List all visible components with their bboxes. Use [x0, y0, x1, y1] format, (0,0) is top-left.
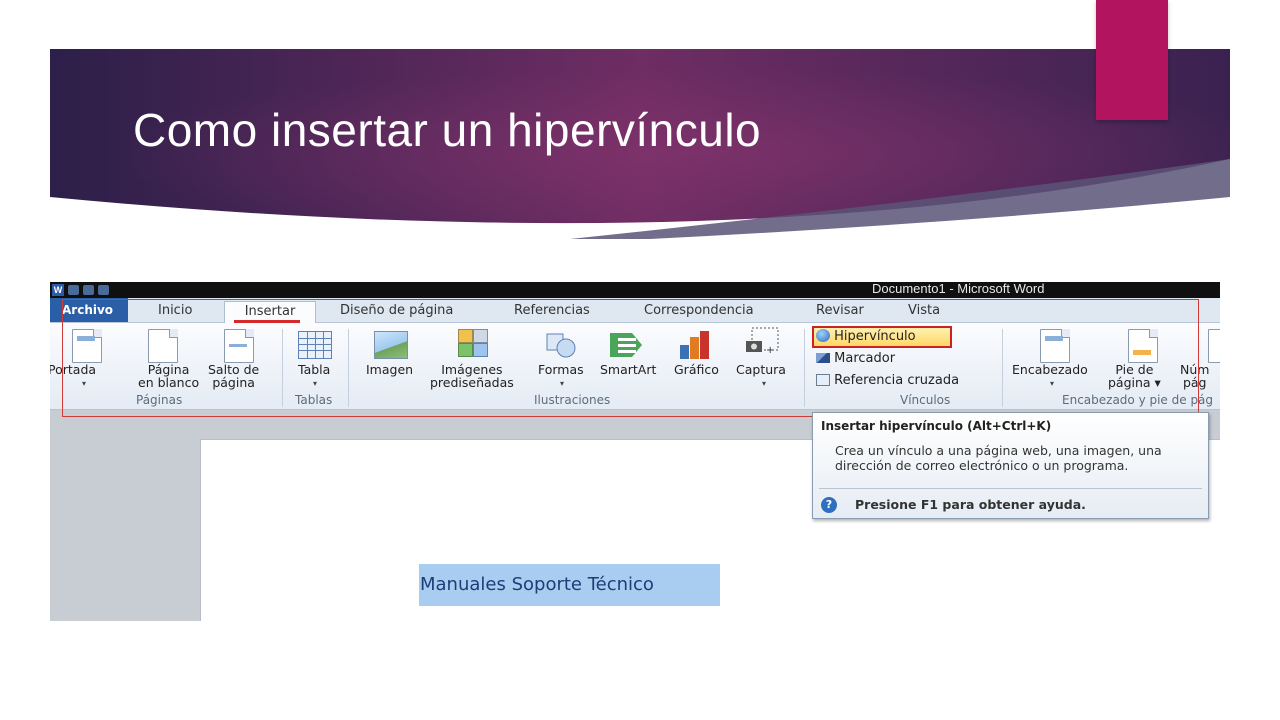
group-label-pages: Páginas: [136, 393, 183, 407]
page-number-button[interactable]: Núm pág: [1180, 363, 1209, 389]
tab-file[interactable]: Archivo: [50, 298, 128, 322]
hyperlink-label: Hipervínculo: [834, 329, 916, 344]
clipart-label-2: prediseñadas: [430, 375, 514, 390]
footer-button[interactable]: Pie de página ▾: [1108, 363, 1161, 389]
clipart-icon: [458, 329, 488, 357]
word-logo-icon: W: [52, 284, 64, 296]
footer-label-2: página ▾: [1108, 375, 1161, 390]
group-separator: [1002, 329, 1003, 407]
header-dropdown-icon[interactable]: ▾: [1050, 379, 1054, 388]
shapes-button[interactable]: Formas: [538, 363, 584, 376]
cover-page-button[interactable]: Portada: [50, 363, 96, 376]
undo-icon[interactable]: [83, 285, 94, 295]
tooltip-help: Presione F1 para obtener ayuda.: [855, 497, 1086, 512]
bookmark-icon: [816, 353, 830, 363]
table-dropdown-icon[interactable]: ▾: [313, 379, 317, 388]
bookmark-label: Marcador: [834, 351, 896, 366]
group-separator: [348, 329, 349, 407]
crossref-icon: [816, 374, 830, 386]
page-break-button[interactable]: Salto de página: [208, 363, 259, 389]
crossref-button[interactable]: Referencia cruzada: [816, 373, 959, 388]
shapes-icon: [546, 331, 576, 359]
table-icon: [298, 331, 332, 359]
cover-page-icon: [72, 329, 102, 363]
smartart-button[interactable]: SmartArt: [600, 363, 656, 376]
blank-page-icon: [148, 329, 178, 363]
group-label-illustrations: Ilustraciones: [534, 393, 611, 407]
group-label-header-footer: Encabezado y pie de pág: [1062, 393, 1214, 407]
redo-icon[interactable]: [98, 285, 109, 295]
capture-button[interactable]: Captura: [736, 363, 786, 376]
hyperlink-button[interactable]: Hipervínculo: [816, 329, 916, 344]
blank-page-label-2: en blanco: [138, 375, 200, 390]
tab-home[interactable]: Inicio: [158, 301, 192, 322]
globe-link-icon: [816, 329, 830, 342]
window-title: Documento1 - Microsoft Word: [872, 282, 1045, 296]
group-label-tables: Tablas: [295, 393, 333, 407]
ribbon-tabs: Archivo Inicio Insertar Diseño de página…: [50, 298, 1220, 323]
blank-page-button[interactable]: Página en blanco: [138, 363, 199, 389]
tooltip-divider: [819, 488, 1202, 489]
page-break-label-2: página: [212, 375, 255, 390]
clipart-button[interactable]: Imágenes prediseñadas: [430, 363, 514, 389]
page-number-label-2: pág: [1182, 375, 1207, 390]
tab-mailings[interactable]: Correspondencia: [644, 301, 754, 322]
capture-dropdown-icon[interactable]: ▾: [762, 379, 766, 388]
save-icon[interactable]: [68, 285, 79, 295]
crossref-label: Referencia cruzada: [834, 373, 960, 388]
ribbon-insert: Portada ▾ Página en blanco Salto de pági…: [50, 323, 1220, 410]
tab-review[interactable]: Revisar: [816, 301, 864, 322]
tab-page-design[interactable]: Diseño de página: [340, 301, 453, 322]
tooltip-title: Insertar hipervínculo (Alt+Ctrl+K): [821, 419, 1052, 433]
chart-icon: [680, 331, 714, 359]
tab-references[interactable]: Referencias: [514, 301, 590, 322]
svg-text:+: +: [766, 345, 774, 355]
group-separator: [804, 329, 805, 407]
hyperlink-tooltip: Insertar hipervínculo (Alt+Ctrl+K) Crea …: [812, 412, 1209, 519]
word-title-bar: W Documento1 - Microsoft Word: [50, 282, 1220, 298]
header-icon: [1040, 329, 1070, 363]
smartart-icon: [610, 333, 644, 357]
group-separator: [282, 329, 283, 407]
header-button[interactable]: Encabezado: [1012, 363, 1088, 376]
cover-dropdown-icon[interactable]: ▾: [82, 379, 86, 388]
image-button[interactable]: Imagen: [366, 363, 413, 376]
selected-document-text[interactable]: Manuales Soporte Técnico: [419, 564, 720, 606]
bookmark-button[interactable]: Marcador: [816, 351, 895, 366]
screenshot-capture-icon: +: [744, 327, 780, 356]
group-label-links: Vínculos: [900, 393, 951, 407]
table-button[interactable]: Tabla: [298, 363, 330, 376]
help-icon: ?: [821, 497, 837, 513]
footer-icon: [1128, 329, 1158, 363]
image-icon: [374, 331, 408, 359]
tab-view[interactable]: Vista: [908, 301, 940, 322]
quick-access-toolbar: W: [52, 283, 109, 297]
tooltip-body: Crea un vínculo a una página web, una im…: [835, 443, 1162, 473]
page-break-icon: [224, 329, 254, 363]
slide-title: Como insertar un hipervínculo: [133, 104, 762, 156]
shapes-dropdown-icon[interactable]: ▾: [560, 379, 564, 388]
accent-tab: [1096, 0, 1168, 120]
page-number-icon: [1208, 329, 1220, 363]
chart-button[interactable]: Gráfico: [674, 363, 719, 376]
